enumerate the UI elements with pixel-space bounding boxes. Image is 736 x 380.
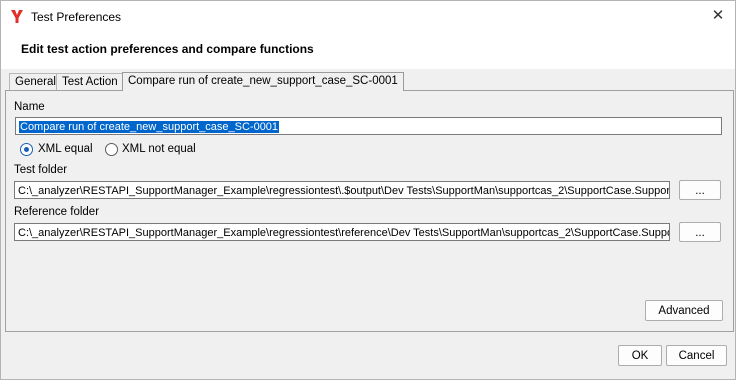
xml-not-equal-radio-button[interactable] bbox=[105, 143, 118, 156]
reference-folder-input[interactable]: C:\_analyzer\RESTAPI_SupportManager_Exam… bbox=[14, 223, 670, 241]
tab-compare-run[interactable]: Compare run of create_new_support_case_S… bbox=[122, 72, 404, 91]
window-title: Test Preferences bbox=[31, 10, 122, 24]
xml-equal-radio-button[interactable] bbox=[20, 143, 33, 156]
tab-general[interactable]: General bbox=[9, 73, 62, 91]
tab-panel: Name Compare run of create_new_support_c… bbox=[5, 90, 734, 332]
tab-test-action[interactable]: Test Action bbox=[56, 73, 124, 91]
advanced-button[interactable]: Advanced bbox=[645, 300, 723, 321]
app-logo-icon bbox=[10, 9, 24, 24]
name-input-value: Compare run of create_new_support_case_S… bbox=[19, 121, 280, 133]
title-bar: Test Preferences ✕ bbox=[1, 1, 735, 32]
xml-not-equal-label: XML not equal bbox=[122, 143, 196, 155]
dialog-header-text: Edit test action preferences and compare… bbox=[21, 42, 314, 56]
name-input[interactable]: Compare run of create_new_support_case_S… bbox=[15, 117, 722, 135]
test-folder-label: Test folder bbox=[14, 164, 68, 176]
cancel-button[interactable]: Cancel bbox=[666, 345, 727, 366]
test-preferences-dialog: Test Preferences ✕ Edit test action pref… bbox=[0, 0, 736, 380]
xml-equal-label: XML equal bbox=[38, 143, 93, 155]
reference-folder-label: Reference folder bbox=[14, 206, 100, 218]
ok-button[interactable]: OK bbox=[618, 345, 662, 366]
close-icon[interactable]: ✕ bbox=[705, 5, 731, 27]
dialog-header: Edit test action preferences and compare… bbox=[1, 32, 735, 69]
test-folder-browse-button[interactable]: ... bbox=[679, 180, 721, 200]
reference-folder-browse-button[interactable]: ... bbox=[679, 222, 721, 242]
name-label: Name bbox=[14, 101, 45, 113]
test-folder-input[interactable]: C:\_analyzer\RESTAPI_SupportManager_Exam… bbox=[14, 181, 670, 199]
